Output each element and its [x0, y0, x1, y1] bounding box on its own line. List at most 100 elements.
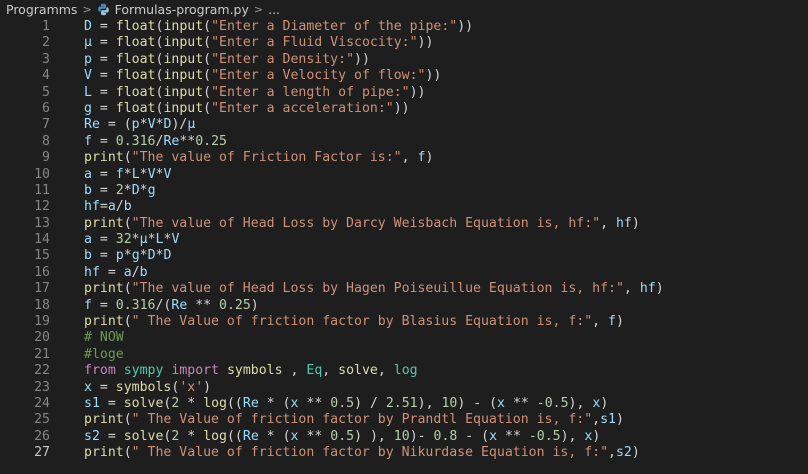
code-line[interactable]: 8 f = 0.316/Re**0.25: [0, 134, 808, 150]
code-token: "Enter a Diameter of the pipe:": [211, 19, 458, 34]
code-token: s2: [615, 445, 632, 461]
code-token: "The value of Head Loss by Darcy Weisbac…: [131, 215, 601, 231]
code-token: *: [139, 182, 148, 198]
code-token: print: [84, 445, 124, 461]
code-token: )/: [171, 117, 188, 133]
code-text: #loge: [84, 347, 808, 363]
code-token: a: [123, 264, 132, 280]
code-token: =: [99, 428, 124, 444]
code-token: print: [84, 150, 124, 166]
breadcrumb-file[interactable]: Formulas-program.py: [115, 2, 249, 17]
code-line[interactable]: 11 b = 2*D*g: [0, 183, 808, 199]
code-token: Re: [242, 395, 259, 411]
code-token: "Enter a Velocity of flow:": [211, 68, 426, 84]
code-token: 0.5: [330, 395, 355, 411]
code-token: p: [131, 117, 140, 133]
code-token: 2: [115, 182, 124, 198]
line-number: 9: [42, 150, 50, 166]
code-line[interactable]: 3p = float(input("Enter a Density:")): [0, 52, 808, 68]
code-token: sympy: [123, 363, 164, 379]
breadcrumb-folder[interactable]: Programms: [6, 2, 77, 17]
line-number: 16: [34, 264, 50, 280]
code-line[interactable]: 17 print("The value of Head Loss by Hagen…: [0, 281, 808, 297]
code-token: **: [298, 395, 331, 411]
line-number: 13: [34, 215, 50, 231]
code-token: ,: [608, 445, 616, 461]
code-line[interactable]: 5L = float(input("Enter a length of pipe…: [0, 85, 808, 101]
code-text: f = 0.316/Re**0.25: [84, 134, 808, 150]
code-token: input: [163, 68, 204, 84]
code-token: ,: [592, 314, 609, 330]
code-text: print("The value of Friction Factor is:"…: [84, 150, 808, 166]
code-token: =: [91, 248, 116, 264]
code-editor[interactable]: 1D = float(input("Enter a Diameter of th…: [0, 19, 808, 462]
code-token: μ: [139, 232, 148, 248]
code-token: V: [84, 68, 92, 84]
code-token: L: [84, 84, 92, 100]
code-token: symbols: [115, 379, 172, 395]
code-token: float: [115, 51, 156, 67]
code-line[interactable]: 21 #loge: [0, 347, 808, 363]
line-number: 4: [42, 68, 50, 84]
code-text: x = symbols('x'): [84, 380, 808, 396]
code-line[interactable]: 19 print(" The Value of friction factor b…: [0, 314, 808, 330]
code-line[interactable]: 13 print("The value of Head Loss by Darcy…: [0, 216, 808, 232]
code-token: ) ),: [354, 428, 394, 444]
breadcrumb-symbol-trail[interactable]: ...: [268, 2, 280, 17]
code-token: =: [91, 100, 116, 116]
code-token: (: [123, 314, 132, 330]
line-number: 26: [34, 428, 50, 444]
code-line[interactable]: 7 Re = (p*V*D)/μ: [0, 117, 808, 133]
code-line[interactable]: 22 from sympy import symbols , Eq, solve,…: [0, 363, 808, 379]
code-token: print: [84, 412, 124, 428]
code-token: =: [91, 297, 116, 313]
code-line[interactable]: 26 s2 = solve(2 * log((Re * (x ** 0.5) ),…: [0, 429, 808, 445]
code-token: ,: [322, 363, 339, 379]
code-text: print(" The Value of friction factor by …: [84, 445, 808, 461]
code-line[interactable]: 14 a = 32*μ*L*V: [0, 232, 808, 248]
code-token: ): [655, 281, 664, 297]
line-number: 10: [34, 166, 50, 182]
code-line[interactable]: 25 print(" The Value of friction factor b…: [0, 412, 808, 428]
line-number: 27: [34, 445, 50, 461]
code-line[interactable]: 9 print("The value of Friction Factor is:…: [0, 150, 808, 166]
code-token: ): [425, 150, 434, 166]
code-line[interactable]: 10 a = f*L*V*V: [0, 167, 808, 183]
code-token: " The Value of friction factor by Blasiu…: [131, 314, 593, 330]
line-number: 24: [34, 395, 50, 411]
code-token: )): [425, 68, 442, 84]
code-token: =: [99, 199, 108, 215]
code-token: )): [417, 35, 434, 51]
code-token: Re: [84, 117, 100, 133]
code-line[interactable]: 18 f = 0.316/(Re ** 0.25): [0, 298, 808, 314]
code-token: hf: [84, 199, 100, 215]
code-line[interactable]: 2μ = float(input("Enter a Fluid Viscocit…: [0, 35, 808, 51]
code-line[interactable]: 23 x = symbols('x'): [0, 380, 808, 396]
code-text: print(" The Value of friction factor by …: [84, 412, 808, 428]
code-token: (: [203, 100, 212, 116]
code-token: log: [203, 395, 227, 411]
line-number: 20: [34, 330, 50, 346]
code-line[interactable]: 27 print(" The Value of friction factor b…: [0, 445, 808, 461]
code-line[interactable]: 16 hf = a/b: [0, 265, 808, 281]
code-line[interactable]: 20 # NOW: [0, 330, 808, 346]
code-token: =: [99, 117, 124, 133]
code-line[interactable]: 4V = float(input("Enter a Velocity of fl…: [0, 68, 808, 84]
code-token: *: [123, 182, 132, 198]
code-token: print: [84, 215, 124, 231]
code-line[interactable]: 1D = float(input("Enter a Diameter of th…: [0, 19, 808, 35]
code-token: L: [131, 166, 140, 182]
code-line[interactable]: 24 s1 = solve(2 * log((Re * (x ** 0.5) / …: [0, 396, 808, 412]
code-line[interactable]: 15 b = p*g*D*D: [0, 248, 808, 264]
code-token: import: [171, 363, 220, 379]
code-line[interactable]: 12 hf=a/b: [0, 199, 808, 215]
code-token: 'x': [179, 379, 204, 395]
code-token: (: [123, 445, 132, 461]
code-text: f = 0.316/(Re ** 0.25): [84, 298, 808, 314]
code-token: symbols: [226, 363, 283, 379]
code-token: μ: [84, 35, 92, 51]
code-line[interactable]: 6g = float(input("Enter a acceleration:"…: [0, 101, 808, 117]
code-token: ) /: [354, 395, 386, 411]
code-token: ,: [600, 215, 616, 231]
code-token: (: [203, 35, 212, 51]
